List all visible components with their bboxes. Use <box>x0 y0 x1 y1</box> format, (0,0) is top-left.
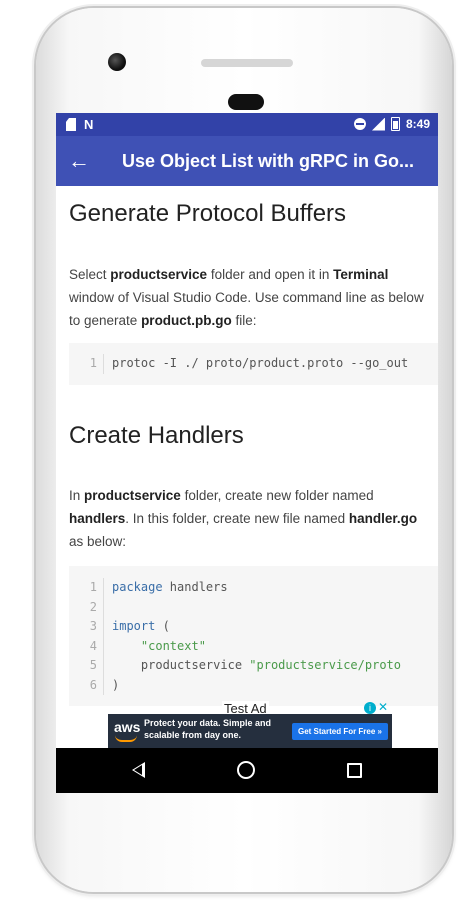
front-camera <box>108 53 126 71</box>
navigation-bar <box>56 748 438 793</box>
ad-text: Protect your data. Simple and scalable f… <box>144 718 272 740</box>
aws-smile-icon <box>115 735 137 742</box>
ad-cta-button[interactable]: Get Started For Free » <box>291 723 388 740</box>
code-line: 3 import ( <box>69 617 438 637</box>
section-title-create-handlers: Create Handlers <box>69 422 244 449</box>
paragraph-create-handlers: In productservice folder, create new fol… <box>69 488 418 549</box>
phone-screen: N 8:49 ← Use Object List with gRPC in Go… <box>56 113 438 793</box>
code-line: 2 <box>69 597 438 617</box>
dnd-icon <box>353 118 366 130</box>
signal-icon <box>371 117 385 131</box>
earpiece-speaker <box>201 59 293 67</box>
status-time: 8:49 <box>405 117 430 131</box>
paragraph-protocol-buffers: Select productservice folder and open it… <box>69 267 424 328</box>
n-icon: N <box>84 117 94 132</box>
battery-icon <box>390 117 400 131</box>
page-title: Use Object List with gRPC in Go... <box>122 151 415 171</box>
back-arrow-icon[interactable]: ← <box>68 148 90 174</box>
nav-home-icon[interactable] <box>237 761 255 779</box>
article-content[interactable]: Generate Protocol Buffers Select product… <box>56 186 438 706</box>
code-line: 4 "context" <box>69 636 438 656</box>
nav-recents-icon[interactable] <box>347 763 362 778</box>
code-line: 6) <box>69 675 438 695</box>
status-bar: N 8:49 <box>56 113 438 136</box>
code-block-handler[interactable]: 1 package handlers 2 3 import ( 4 "context… <box>69 566 438 706</box>
code-line: 1 protoc -I ./ proto/product.proto --go_o… <box>69 354 438 374</box>
code-line: 1 package handlers <box>69 578 438 598</box>
sd-card-icon <box>66 118 76 131</box>
code-line: 5 productservice "productservice/proto <box>69 656 438 676</box>
ad-close-icon[interactable]: ✕ <box>378 700 388 714</box>
nav-back-icon[interactable] <box>132 762 145 778</box>
aws-logo: aws <box>114 719 141 735</box>
ad-info-icon[interactable]: i <box>364 702 376 714</box>
code-block-protoc[interactable]: 1 protoc -I ./ proto/product.proto --go_o… <box>69 343 438 385</box>
proximity-sensor <box>228 94 264 110</box>
section-title-protocol-buffers: Generate Protocol Buffers <box>69 200 347 227</box>
app-bar: ← Use Object List with gRPC in Go... <box>56 136 438 186</box>
ad-banner[interactable]: aws Protect your data. Simple and scalab… <box>108 714 392 748</box>
